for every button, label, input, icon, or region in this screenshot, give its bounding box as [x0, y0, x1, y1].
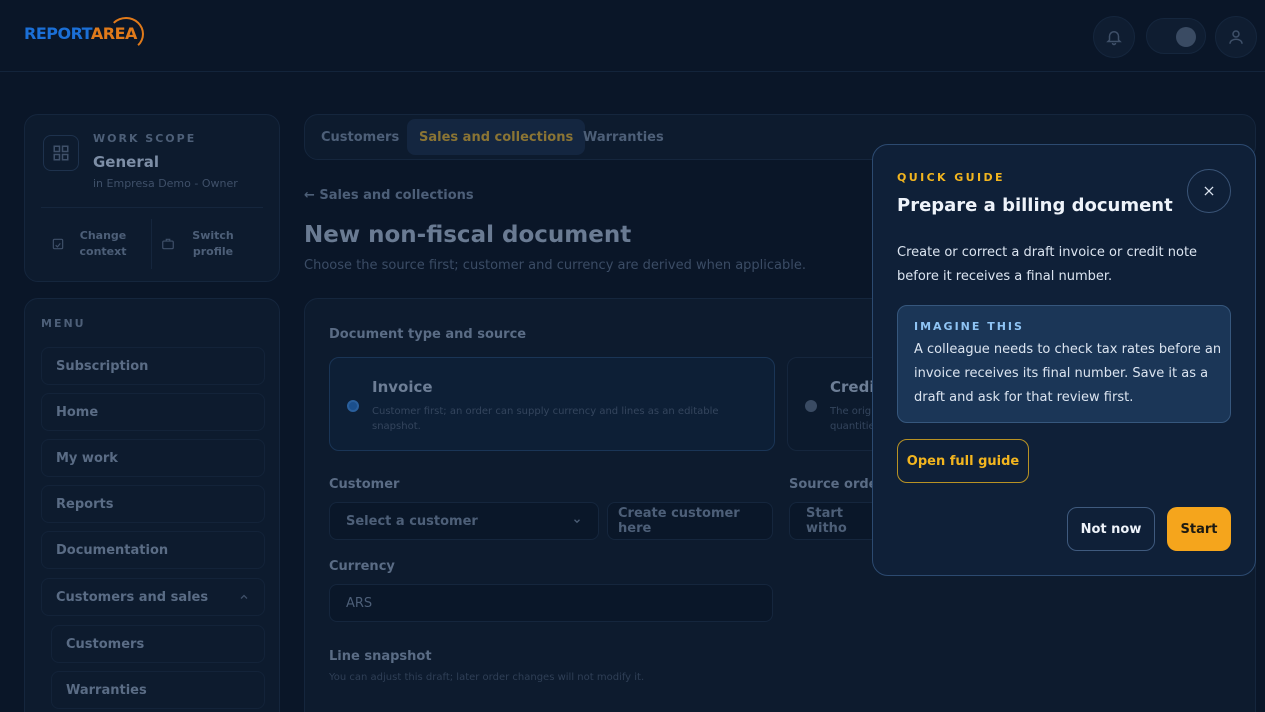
- context-icon: [52, 238, 64, 250]
- chevron-up-icon: [240, 594, 248, 599]
- sidebar-item-label: Customers: [66, 636, 145, 652]
- sidebar-item-label: Warranties: [66, 682, 147, 698]
- bell-icon: [1106, 31, 1122, 46]
- back-link[interactable]: ← Sales and collections: [304, 188, 474, 203]
- quick-guide-dialog: QUICK GUIDE Prepare a billing document C…: [872, 144, 1256, 576]
- sidebar-item-reports[interactable]: Reports: [41, 485, 265, 523]
- scope-subtitle: in Empresa Demo - Owner: [93, 177, 238, 190]
- divider: [151, 219, 152, 269]
- tab-customers[interactable]: Customers: [309, 119, 411, 155]
- toggle-knob: [1176, 27, 1196, 47]
- section-label: Document type and source: [329, 327, 527, 342]
- sidebar-item-label: Subscription: [56, 358, 149, 374]
- sidebar-item-customers-and-sales[interactable]: Customers and sales: [41, 578, 265, 616]
- currency-field[interactable]: ARS: [329, 584, 773, 622]
- page-subtitle: Choose the source first; customer and cu…: [304, 258, 807, 273]
- work-scope-card: WORK SCOPE General in Empresa Demo - Own…: [24, 114, 280, 282]
- grid-icon: [43, 135, 79, 171]
- guide-example-box: IMAGINE THIS A colleague needs to check …: [897, 305, 1231, 423]
- sidebar-item-subscription[interactable]: Subscription: [41, 347, 265, 385]
- radio-selected[interactable]: [347, 400, 359, 412]
- user-icon: [1229, 30, 1243, 44]
- start-button[interactable]: Start: [1167, 507, 1231, 551]
- sidebar-item-my-work[interactable]: My work: [41, 439, 265, 477]
- credit-description: The orig quantitie: [830, 406, 875, 432]
- theme-toggle[interactable]: [1146, 18, 1206, 54]
- open-full-guide-button[interactable]: Open full guide: [897, 439, 1029, 483]
- customer-select[interactable]: Select a customer: [329, 502, 599, 540]
- sidebar-subitem-customers[interactable]: Customers: [51, 625, 265, 663]
- guide-title: Prepare a billing document: [897, 195, 1173, 216]
- notifications-button[interactable]: [1093, 16, 1135, 58]
- change-context-button[interactable]: Change context: [51, 219, 147, 269]
- logo-arc-icon: [108, 17, 144, 51]
- close-button[interactable]: [1187, 169, 1231, 213]
- invoice-title: Invoice: [372, 378, 433, 396]
- sidebar-item-label: Documentation: [56, 542, 169, 558]
- sidebar-item-label: Reports: [56, 496, 114, 512]
- line-snapshot-hint: You can adjust this draft; later order c…: [329, 672, 645, 683]
- switch-profile-button[interactable]: Switch profile: [161, 219, 271, 269]
- guide-body: Create or correct a draft invoice or cre…: [897, 245, 1198, 284]
- line-snapshot-label: Line snapshot: [329, 649, 432, 664]
- create-customer-button[interactable]: Create customer here: [607, 502, 773, 540]
- sidebar-item-label: Home: [56, 404, 99, 420]
- close-icon: [1204, 186, 1214, 196]
- sidebar-item-label: My work: [56, 450, 118, 466]
- invoice-option[interactable]: Invoice Customer first; an order can sup…: [329, 357, 775, 451]
- sidebar-item-home[interactable]: Home: [41, 393, 265, 431]
- sidebar-item-label: Customers and sales: [56, 589, 209, 605]
- source-order-select[interactable]: Start witho: [789, 502, 885, 540]
- divider: [41, 207, 263, 208]
- sidebar-subitem-warranties[interactable]: Warranties: [51, 671, 265, 709]
- source-order-label: Source order: [789, 477, 884, 492]
- sidebar-menu: MENU Subscription Home My work Reports D…: [24, 298, 280, 712]
- customer-select-value: Select a customer: [346, 513, 478, 529]
- briefcase-icon: [162, 238, 174, 250]
- not-now-button[interactable]: Not now: [1067, 507, 1155, 551]
- account-button[interactable]: [1215, 16, 1257, 58]
- scope-title: General: [93, 153, 159, 171]
- scope-kicker: WORK SCOPE: [93, 132, 197, 145]
- guide-kicker: QUICK GUIDE: [897, 171, 1005, 184]
- example-text: A colleague needs to check tax rates bef…: [914, 342, 1222, 405]
- radio-unselected[interactable]: [805, 400, 817, 412]
- top-bar: REPORTAREA: [0, 0, 1265, 72]
- example-kicker: IMAGINE THIS: [914, 320, 1024, 333]
- customer-label: Customer: [329, 477, 400, 492]
- invoice-description: Customer first; an order can supply curr…: [372, 406, 719, 432]
- menu-kicker: MENU: [41, 317, 86, 330]
- switch-profile-label: Switch profile: [192, 229, 234, 258]
- tab-sales-and-collections[interactable]: Sales and collections: [407, 119, 586, 155]
- currency-label: Currency: [329, 559, 395, 574]
- brand-logo-part1: REPORT: [24, 24, 91, 43]
- tab-warranties[interactable]: Warranties: [571, 119, 676, 155]
- change-context-label: Change context: [79, 229, 127, 258]
- page-title: New non-fiscal document: [304, 222, 632, 248]
- chevron-down-icon: [574, 519, 580, 524]
- sidebar-item-documentation[interactable]: Documentation: [41, 531, 265, 569]
